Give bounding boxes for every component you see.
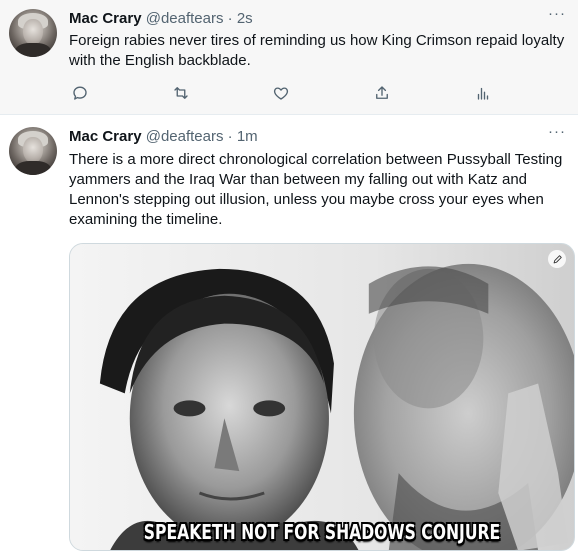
tweet-header: Mac Crary @deaftears · 1m xyxy=(69,127,258,147)
reply-button[interactable] xyxy=(69,82,91,104)
portrait-photo xyxy=(70,244,574,550)
edit-image-button[interactable] xyxy=(548,250,566,268)
more-options-button[interactable]: ··· xyxy=(546,6,568,28)
separator: · xyxy=(227,128,233,145)
author-handle[interactable]: @deaftears xyxy=(146,128,224,145)
pencil-icon xyxy=(553,254,562,263)
author-name[interactable]: Mac Crary xyxy=(69,128,142,145)
timestamp[interactable]: 2s xyxy=(237,10,253,27)
analytics-icon xyxy=(477,87,489,100)
like-button[interactable] xyxy=(270,82,292,104)
tweet-text: There is a more direct chronological cor… xyxy=(69,151,563,228)
tweet-image[interactable]: SPEAKETH NOT FOR SHADOWS CONJURE xyxy=(69,243,575,551)
tweet[interactable]: Mac Crary @deaftears · 2s ··· Foreign ra… xyxy=(0,0,578,115)
tweet[interactable]: Mac Crary @deaftears · 1m ··· There is a… xyxy=(0,115,578,555)
share-button[interactable] xyxy=(371,82,393,104)
author-name[interactable]: Mac Crary xyxy=(69,10,142,27)
analytics-button[interactable] xyxy=(472,82,494,104)
reply-icon xyxy=(73,86,87,100)
avatar[interactable] xyxy=(9,127,57,175)
timestamp[interactable]: 1m xyxy=(237,128,258,145)
tweet-actions xyxy=(69,82,509,104)
like-icon xyxy=(273,87,289,100)
retweet-button[interactable] xyxy=(170,82,192,104)
author-handle[interactable]: @deaftears xyxy=(146,10,224,27)
separator: · xyxy=(227,10,233,27)
more-options-button[interactable]: ··· xyxy=(546,124,568,146)
retweet-icon xyxy=(174,87,188,99)
avatar[interactable] xyxy=(9,9,57,57)
share-icon xyxy=(376,86,388,99)
tweet-text: Foreign rabies never tires of reminding … xyxy=(69,32,565,69)
image-caption: SPEAKETH NOT FOR SHADOWS CONJURE xyxy=(143,520,501,544)
tweet-header: Mac Crary @deaftears · 2s xyxy=(69,9,253,29)
